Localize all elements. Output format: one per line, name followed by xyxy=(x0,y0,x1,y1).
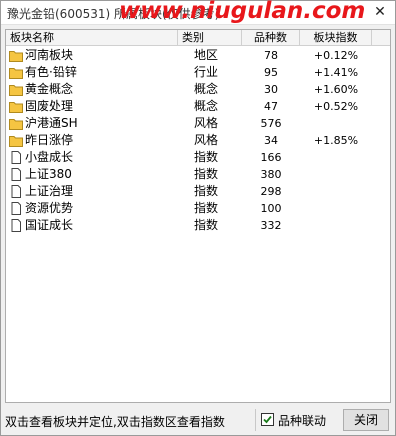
document-icon xyxy=(9,202,23,215)
folder-icon xyxy=(9,100,23,113)
index-change: +0.12% xyxy=(313,49,359,62)
index-change xyxy=(300,217,372,234)
index-change xyxy=(300,200,372,217)
folder-icon xyxy=(9,83,23,96)
stock-count: 78 xyxy=(264,49,278,62)
title-bar[interactable]: 豫光金铅(600531) 所属板块(仅供参考) www.niugulan.com… xyxy=(1,0,395,25)
stock-count: 166 xyxy=(260,151,282,164)
sector-type: 风格 xyxy=(194,133,219,147)
sector-type: 行业 xyxy=(194,65,219,79)
index-change xyxy=(300,115,372,132)
sector-type: 指数 xyxy=(194,218,219,232)
close-icon[interactable]: ✕ xyxy=(371,3,389,21)
sector-type: 风格 xyxy=(194,116,219,130)
sector-name: 固废处理 xyxy=(25,99,74,113)
table-row[interactable]: 河南板块 地区 78 +0.12% xyxy=(6,47,390,64)
stock-count: 47 xyxy=(264,100,278,113)
column-header-type[interactable]: 类别 xyxy=(178,30,242,46)
checkmark-icon xyxy=(263,415,272,424)
index-change: +1.85% xyxy=(313,134,359,147)
table-row[interactable]: 昨日涨停 风格 34 +1.85% xyxy=(6,132,390,149)
stock-count: 30 xyxy=(264,83,278,96)
folder-icon xyxy=(9,117,23,130)
document-icon xyxy=(9,168,23,181)
table-row[interactable]: 固废处理 概念 47 +0.52% xyxy=(6,98,390,115)
table-row[interactable]: 上证治理 指数 298 xyxy=(6,183,390,200)
divider xyxy=(255,409,256,431)
sector-name: 小盘成长 xyxy=(25,150,74,164)
sector-type: 指数 xyxy=(194,150,219,164)
close-button[interactable]: 关闭 xyxy=(343,409,389,431)
stock-count: 380 xyxy=(260,168,282,181)
sector-name: 上证380 xyxy=(25,167,72,181)
document-icon xyxy=(9,219,23,232)
sector-name: 有色·铅锌 xyxy=(25,65,77,79)
column-header-index[interactable]: 板块指数 xyxy=(300,30,372,46)
sector-name: 国证成长 xyxy=(25,218,74,232)
folder-icon xyxy=(9,66,23,79)
sector-type: 指数 xyxy=(194,167,219,181)
sector-table: 板块名称 类别 品种数 板块指数 河南板块 地区 78 +0.12% 有色·铅锌 行业 95… xyxy=(5,29,391,403)
stock-count: 34 xyxy=(264,134,278,147)
document-icon xyxy=(9,151,23,164)
table-row[interactable]: 有色·铅锌 行业 95 +1.41% xyxy=(6,64,390,81)
index-change xyxy=(300,149,372,166)
table-row[interactable]: 小盘成长 指数 166 xyxy=(6,149,390,166)
watermark-text: www.niugulan.com xyxy=(119,0,366,24)
table-row[interactable]: 国证成长 指数 332 xyxy=(6,217,390,234)
table-row[interactable]: 沪港通SH 风格 576 xyxy=(6,115,390,132)
linkage-label: 品种联动 xyxy=(278,414,327,428)
sector-name: 沪港通SH xyxy=(25,116,78,130)
sector-type: 指数 xyxy=(194,201,219,215)
table-row[interactable]: 黄金概念 概念 30 +1.60% xyxy=(6,81,390,98)
table-row[interactable]: 资源优势 指数 100 xyxy=(6,200,390,217)
sector-name: 昨日涨停 xyxy=(25,133,74,147)
status-bar: 双击查看板块并定位,双击指数区查看指数 品种联动 关闭 xyxy=(1,405,395,435)
index-change xyxy=(300,166,372,183)
sector-window: 豫光金铅(600531) 所属板块(仅供参考) www.niugulan.com… xyxy=(0,0,396,436)
sector-type: 概念 xyxy=(194,99,219,113)
sector-name: 资源优势 xyxy=(25,201,74,215)
sector-type: 概念 xyxy=(194,82,219,96)
stock-count: 332 xyxy=(260,219,282,232)
stock-count: 95 xyxy=(264,66,278,79)
table-row[interactable]: 上证380 指数 380 xyxy=(6,166,390,183)
linkage-checkbox[interactable] xyxy=(261,413,274,426)
column-header-name[interactable]: 板块名称 xyxy=(6,30,178,46)
folder-icon xyxy=(9,134,23,147)
folder-icon xyxy=(9,49,23,62)
index-change: +0.52% xyxy=(313,100,359,113)
hint-text: 双击查看板块并定位,双击指数区查看指数 xyxy=(5,415,225,429)
table-body: 河南板块 地区 78 +0.12% 有色·铅锌 行业 95 +1.41% 黄金概念 概念 30 +1.… xyxy=(6,47,390,234)
sector-name: 上证治理 xyxy=(25,184,74,198)
sector-type: 地区 xyxy=(194,48,219,62)
document-icon xyxy=(9,185,23,198)
stock-count: 100 xyxy=(260,202,282,215)
index-change xyxy=(300,183,372,200)
index-change: +1.60% xyxy=(313,83,359,96)
column-header-count[interactable]: 品种数 xyxy=(242,30,300,46)
stock-count: 298 xyxy=(260,185,282,198)
sector-type: 指数 xyxy=(194,184,219,198)
table-header: 板块名称 类别 品种数 板块指数 xyxy=(6,30,390,46)
index-change: +1.41% xyxy=(313,66,359,79)
sector-name: 河南板块 xyxy=(25,48,74,62)
sector-name: 黄金概念 xyxy=(25,82,74,96)
stock-count: 576 xyxy=(260,117,282,130)
